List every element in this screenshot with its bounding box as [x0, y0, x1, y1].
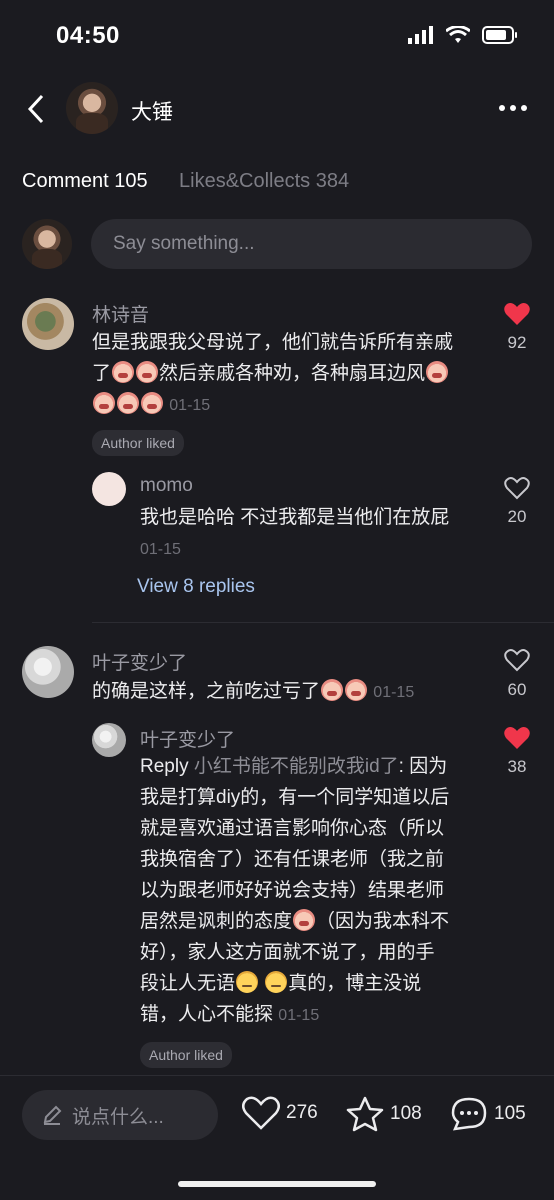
chat-bubble-icon: [451, 1097, 487, 1131]
reply-user-name[interactable]: momo: [140, 475, 193, 497]
reply-text-line: 段让人无语 真的，博主没说: [140, 971, 422, 994]
comment-button[interactable]: 105: [450, 1096, 526, 1132]
comment-text[interactable]: 的确是这样，之前吃过亏了 01-15: [92, 676, 414, 708]
crying-emoji-icon: [321, 679, 344, 701]
commenter-name[interactable]: 叶子变少了: [92, 648, 187, 675]
view-replies-link[interactable]: View 8 replies: [137, 576, 255, 598]
reply-avatar[interactable]: [92, 472, 126, 506]
crying-emoji-icon: [141, 392, 163, 414]
sweat-emoji-icon: [265, 971, 288, 993]
crying-emoji-icon: [293, 909, 316, 931]
reply-text-line: 错，人心不能探 01-15: [140, 1004, 320, 1025]
tab-comment[interactable]: Comment 105: [22, 170, 148, 193]
reply-text-line: 以为跟老师好好说会支持）结果老师: [140, 880, 445, 901]
comment-total: 105: [494, 1103, 526, 1124]
wifi-icon: [446, 26, 470, 43]
comment-input[interactable]: Say something...: [91, 219, 532, 269]
comment-input-placeholder: Say something...: [113, 233, 255, 254]
comment-date: 01-15: [373, 684, 415, 701]
commenter-name[interactable]: 林诗音: [92, 300, 149, 327]
crying-emoji-icon: [136, 361, 159, 383]
pencil-icon: [43, 1105, 62, 1125]
author-liked-badge: Author liked: [140, 1042, 232, 1068]
collect-button[interactable]: 108: [346, 1096, 422, 1132]
comment-divider: [92, 622, 554, 623]
crying-emoji-icon: [426, 361, 449, 383]
battery-icon: [482, 26, 517, 44]
comment-text-line: 01-15: [92, 389, 492, 421]
reply-date: 01-15: [278, 1007, 320, 1024]
reply-text-line: 我是打算diy的，有一个同学知道以后: [140, 787, 450, 808]
comment-text[interactable]: 但是我跟我父母说了，他们就告诉所有亲戚 了然后亲戚各种劝，各种扇耳边风 01-1…: [92, 327, 492, 421]
more-icon[interactable]: [498, 104, 528, 112]
author-liked-badge: Author liked: [92, 430, 184, 456]
crying-emoji-icon: [345, 679, 368, 701]
signal-icon: [408, 26, 433, 44]
comment-text-line: 但是我跟我父母说了，他们就告诉所有亲戚: [92, 332, 454, 353]
status-icons: [408, 26, 518, 44]
heart-outline-icon[interactable]: [504, 476, 530, 500]
reply-date: 01-15: [140, 541, 181, 558]
heart-outline-icon: [242, 1096, 280, 1130]
like-total: 276: [286, 1102, 318, 1123]
star-icon: [346, 1096, 384, 1132]
crying-emoji-icon: [117, 392, 139, 414]
commenter-avatar[interactable]: [22, 646, 74, 698]
sweat-emoji-icon: [236, 971, 259, 993]
crying-emoji-icon: [112, 361, 135, 383]
like-count: 60: [507, 680, 527, 699]
reply-text-line: 就是喜欢通过语言影响你心态（所以: [140, 818, 445, 839]
my-avatar: [22, 219, 72, 269]
bottom-input-placeholder: 说点什么...: [72, 1106, 164, 1128]
reply-like-count: 38: [507, 757, 527, 776]
back-icon[interactable]: [26, 94, 46, 124]
home-indicator[interactable]: [178, 1181, 376, 1187]
heart-filled-icon[interactable]: [504, 726, 530, 750]
comment-date: 01-15: [169, 397, 211, 414]
bottom-divider: [0, 1075, 554, 1076]
comment-text-line: 了然后亲戚各种劝，各种扇耳边风: [92, 358, 492, 389]
commenter-avatar[interactable]: [22, 298, 74, 350]
crying-emoji-icon: [93, 392, 115, 414]
collect-total: 108: [390, 1103, 422, 1124]
reply-text[interactable]: 我也是哈哈 不过我都是当他们在放屁: [140, 502, 449, 533]
like-button[interactable]: 276: [242, 1096, 318, 1130]
reply-avatar[interactable]: [92, 723, 126, 757]
header-username[interactable]: 大锤: [131, 96, 173, 126]
reply-text-line: 好），家人这方面就不说了，用的手: [140, 942, 435, 963]
bottom-comment-input[interactable]: 说点什么...: [22, 1090, 218, 1140]
tab-likes-collects[interactable]: Likes&Collects 384: [179, 170, 349, 193]
reply-text[interactable]: Reply 小红书能不能别改我id了: 因为 我是打算diy的，有一个同学知道以…: [140, 751, 480, 1031]
heart-outline-icon[interactable]: [504, 648, 530, 672]
heart-filled-icon[interactable]: [504, 302, 530, 326]
reply-text-line: 我换宿舍了）还有任课老师（我之前: [140, 849, 445, 870]
reply-text-line: 居然是讽刺的态度 （因为我本科不: [140, 909, 450, 932]
reply-user-name[interactable]: 叶子变少了: [140, 725, 235, 752]
author-avatar[interactable]: [66, 82, 118, 134]
reply-like-count: 20: [507, 507, 527, 526]
like-count: 92: [507, 333, 527, 352]
reply-text-line: Reply 小红书能不能别改我id了: 因为: [140, 756, 448, 777]
status-time: 04:50: [56, 22, 120, 49]
